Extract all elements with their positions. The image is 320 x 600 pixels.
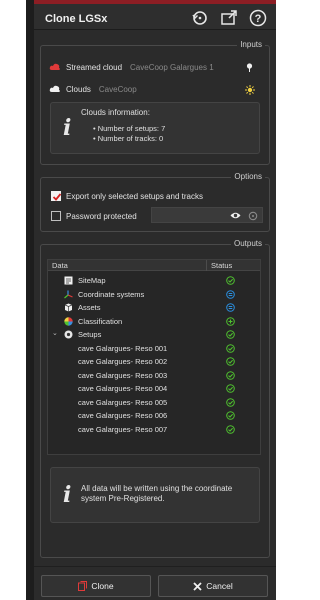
options-section-title: Options bbox=[231, 172, 265, 181]
info-line-tracks-text: Number of tracks: 0 bbox=[97, 134, 164, 143]
sitemap-icon bbox=[64, 276, 73, 285]
coordinate-note-box: i All data will be written using the coo… bbox=[50, 467, 260, 523]
reset-icon[interactable] bbox=[248, 211, 258, 221]
collapse-strip[interactable]: ◀ bbox=[26, 0, 59, 600]
clone-button-label: Clone bbox=[91, 581, 114, 591]
cancel-button-label: Cancel bbox=[206, 581, 233, 591]
clouds-value: CaveCoop bbox=[98, 84, 137, 94]
table-row[interactable]: cave Galargues- Reso 001 bbox=[48, 342, 260, 355]
status-add-icon bbox=[226, 316, 235, 326]
close-icon bbox=[193, 581, 202, 591]
table-row[interactable]: SiteMap bbox=[48, 274, 260, 287]
column-data[interactable]: Data bbox=[52, 261, 68, 270]
row-label: cave Galargues- Reso 007 bbox=[78, 424, 168, 434]
row-label: cave Galargues- Reso 003 bbox=[78, 370, 168, 380]
assets-icon bbox=[64, 303, 73, 312]
clone-button[interactable]: Clone bbox=[41, 575, 151, 597]
panel-title: Clone LGSx bbox=[45, 13, 108, 25]
options-section: Options Export only selected setups and … bbox=[40, 172, 270, 232]
status-ok-icon bbox=[226, 276, 235, 285]
info-line-tracks: • Number of tracks: 0 bbox=[93, 134, 164, 143]
eye-icon[interactable] bbox=[230, 211, 241, 220]
table-header: Data Status bbox=[48, 260, 260, 271]
inputs-section: Inputs Streamed cloud CaveCoop Galargues… bbox=[40, 40, 270, 165]
status-ok-icon bbox=[226, 397, 235, 407]
expand-caret-icon[interactable]: ⌄ bbox=[52, 329, 58, 337]
info-icon: i bbox=[63, 482, 72, 508]
password-label[interactable]: Password protected bbox=[66, 212, 137, 221]
right-margin bbox=[276, 0, 300, 600]
column-status[interactable]: Status bbox=[211, 261, 232, 270]
cancel-button[interactable]: Cancel bbox=[158, 575, 268, 597]
row-label: cave Galargues- Reso 004 bbox=[78, 384, 168, 393]
table-row[interactable]: cave Galargues- Reso 003 bbox=[48, 369, 260, 382]
clouds-info-box: i Clouds information: • Number of setups… bbox=[50, 102, 260, 154]
table-row[interactable]: Coordinate systems bbox=[48, 288, 260, 301]
pin-icon[interactable] bbox=[246, 63, 253, 72]
svg-text:?: ? bbox=[255, 13, 262, 25]
export-selected-label[interactable]: Export only selected setups and tracks bbox=[66, 192, 203, 201]
restore-icon[interactable] bbox=[191, 9, 209, 27]
table-row[interactable]: ⌄ Setups bbox=[48, 328, 260, 341]
status-list-icon bbox=[226, 303, 235, 312]
password-checkbox[interactable] bbox=[51, 211, 61, 221]
table-row[interactable]: cave Galargues- Reso 005 bbox=[48, 396, 260, 409]
panel-header: Clone LGSx ? bbox=[34, 4, 276, 30]
row-label: Setups bbox=[78, 330, 102, 339]
classification-icon bbox=[64, 316, 73, 326]
status-ok-icon bbox=[226, 330, 235, 339]
row-label: Assets bbox=[78, 303, 101, 312]
status-ok-icon bbox=[226, 370, 235, 380]
table-row[interactable]: cave Galargues- Reso 007 bbox=[48, 423, 260, 436]
row-label: Classification bbox=[78, 316, 123, 326]
row-label: cave Galargues- Reso 006 bbox=[78, 411, 168, 420]
status-ok-icon bbox=[226, 343, 235, 353]
table-row[interactable]: cave Galargues- Reso 006 bbox=[48, 409, 260, 422]
export-window-icon[interactable] bbox=[220, 9, 238, 27]
cloud-red-icon bbox=[49, 63, 60, 70]
row-label: cave Galargues- Reso 001 bbox=[78, 343, 168, 353]
column-divider bbox=[206, 260, 207, 271]
streamed-cloud-label: Streamed cloud bbox=[66, 62, 123, 72]
info-icon: i bbox=[63, 115, 72, 141]
password-field[interactable] bbox=[151, 207, 263, 223]
row-label: Coordinate systems bbox=[78, 289, 145, 299]
export-selected-checkbox[interactable] bbox=[51, 191, 62, 201]
row-label: SiteMap bbox=[78, 276, 106, 285]
info-line-setups: • Number of setups: 7 bbox=[93, 124, 166, 133]
inputs-section-title: Inputs bbox=[237, 40, 265, 49]
table-row[interactable]: Assets bbox=[48, 301, 260, 314]
footer: Clone Cancel bbox=[34, 566, 276, 600]
outputs-section: Outputs Data Status SiteMap Coordinate sy… bbox=[40, 239, 270, 558]
streamed-cloud-row: Streamed cloud CaveCoop Galargues 1 bbox=[49, 60, 214, 74]
status-ok-icon bbox=[226, 357, 235, 366]
table-row[interactable]: cave Galargues- Reso 002 bbox=[48, 355, 260, 368]
status-ok-icon bbox=[226, 411, 235, 420]
streamed-cloud-value: CaveCoop Galargues 1 bbox=[130, 62, 214, 72]
row-label: cave Galargues- Reso 005 bbox=[78, 397, 168, 407]
clone-lgsx-panel: Clone LGSx ? Inputs Streamed cloud CaveC… bbox=[34, 0, 276, 600]
row-label: cave Galargues- Reso 002 bbox=[78, 357, 168, 366]
clouds-label: Clouds bbox=[66, 84, 91, 94]
sun-icon[interactable] bbox=[245, 85, 255, 95]
table-row[interactable]: Classification bbox=[48, 315, 260, 328]
outputs-section-title: Outputs bbox=[230, 239, 265, 248]
setups-icon bbox=[64, 330, 73, 339]
clouds-row: Clouds CaveCoop bbox=[49, 82, 137, 96]
clone-icon bbox=[78, 581, 88, 591]
cloud-icon bbox=[49, 85, 60, 92]
status-list-icon bbox=[226, 289, 235, 299]
clouds-info-title: Clouds information: bbox=[81, 108, 150, 117]
status-ok-icon bbox=[226, 424, 235, 434]
table-row[interactable]: cave Galargues- Reso 004 bbox=[48, 382, 260, 395]
status-ok-icon bbox=[226, 384, 235, 393]
help-icon[interactable]: ? bbox=[249, 9, 267, 27]
outputs-table: Data Status SiteMap Coordinate systems Ass… bbox=[47, 259, 261, 455]
axes-icon bbox=[64, 290, 73, 299]
coordinate-note-text: All data will be written using the coord… bbox=[81, 484, 233, 503]
info-line-setups-text: Number of setups: 7 bbox=[97, 124, 166, 133]
